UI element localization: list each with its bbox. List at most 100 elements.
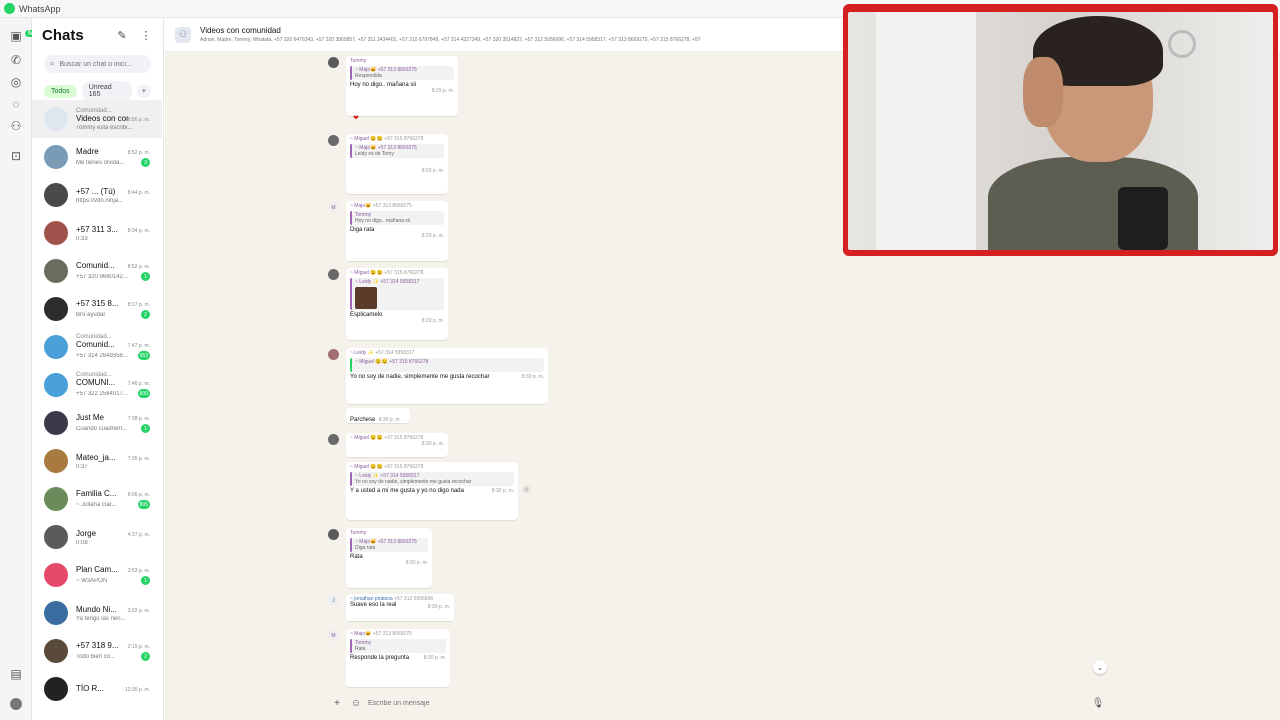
message-bubble[interactable]: Parchese 8:30 p. m. xyxy=(346,408,410,423)
message-time: 8:30 p. m. xyxy=(405,560,428,566)
message-bubble[interactable]: ~ Majo😺 +57 313 8669275 Tommy Hoy no dig… xyxy=(346,201,448,261)
quoted-message[interactable]: Tommy Rata xyxy=(350,639,446,653)
chat-preview: Bro ayudar xyxy=(76,311,106,318)
heart-reaction[interactable]: ❤ xyxy=(353,114,359,122)
quoted-text xyxy=(355,365,541,371)
menu-icon[interactable]: ⋮ xyxy=(139,28,153,42)
sender-avatar[interactable] xyxy=(328,529,339,540)
quoted-text: Yo no soy de nadie, simplemente me gusta… xyxy=(355,479,472,485)
status-icon[interactable]: ◎ xyxy=(8,74,24,90)
calls-icon[interactable]: ✆ xyxy=(8,52,24,68)
chat-time: 7:35 p. m. xyxy=(127,455,150,462)
chat-list-item[interactable]: Mateo_ja... 7:35 p. m. 0:37 xyxy=(32,442,162,480)
conversation-header[interactable]: ⚇ Videos con comunidad Adrian, Madre, To… xyxy=(165,18,845,52)
unread-badge: 1 xyxy=(141,424,150,433)
message-sender: ~ Miguel 😉😉 xyxy=(350,270,383,276)
filter-unread[interactable]: Unread 165 xyxy=(81,81,132,101)
channels-icon[interactable]: ◌ xyxy=(8,96,24,112)
chat-avatar xyxy=(44,411,68,435)
sender-avatar[interactable]: M xyxy=(328,202,339,213)
archive-icon[interactable]: ⊡ xyxy=(8,148,24,164)
quoted-message[interactable]: ~ Majo😺 +57 313 8669275 Respondida xyxy=(350,66,454,80)
react-emoji-icon[interactable]: ☺ xyxy=(522,485,531,494)
chat-name: +57 311 3... xyxy=(76,224,118,234)
quoted-message[interactable]: ~ Majo😺 +57 313 8669275 Leidy es de Tomy xyxy=(350,144,444,158)
message-bubble[interactable]: ~ Majo😺 +57 313 8669275 Tommy Rata Respo… xyxy=(346,629,450,687)
background-lamp xyxy=(1168,30,1196,58)
conversation-title: Videos con comunidad xyxy=(200,26,281,35)
chat-list-item[interactable]: Comunid... 8:52 p. m. +57 320 9680142... 1 xyxy=(32,252,162,290)
unread-badge: 3 xyxy=(141,158,150,167)
chat-time: 3:53 p. m. xyxy=(127,568,150,574)
chat-name: Plan Cam... xyxy=(76,565,118,574)
message-text: Parchese xyxy=(350,417,376,423)
sender-avatar[interactable] xyxy=(328,349,339,360)
chat-avatar xyxy=(44,107,68,131)
message-bubble[interactable]: ~ jonathan pirateca +57 312 5056996 Suav… xyxy=(346,594,454,621)
chats-icon[interactable]: ▣Más xyxy=(8,28,45,44)
chat-list-item[interactable]: +57 311 3... 8:34 p. m. 0:33 xyxy=(32,214,162,252)
attach-icon[interactable]: + xyxy=(331,697,343,709)
sender-avatar[interactable] xyxy=(328,135,339,146)
new-chat-icon[interactable]: ✎ xyxy=(115,28,129,42)
profile-avatar[interactable] xyxy=(8,696,24,712)
scroll-down-button[interactable]: ⌄ xyxy=(1093,660,1107,674)
media-icon[interactable]: ▤ xyxy=(8,666,24,682)
emoji-icon[interactable]: ☺ xyxy=(350,697,362,709)
message-bubble[interactable]: ~ Miguel 😉😉 +57 315 8766278 ~ Leidy ✨ +5… xyxy=(346,268,448,340)
search-input[interactable] xyxy=(59,60,150,68)
message-bubble[interactable]: Tommy ~ Majo😺 +57 313 8669275 Diga rata … xyxy=(346,528,432,588)
quoted-text: Respondida xyxy=(355,73,382,79)
sender-avatar[interactable]: M xyxy=(328,630,339,641)
unread-badge: 600 xyxy=(137,389,150,398)
message-bubble[interactable]: ~ Leidy ✨ +57 314 5958317 ~ Miguel 😉😉 +5… xyxy=(346,348,548,404)
sender-phone: +57 315 8766278 xyxy=(384,136,424,142)
quoted-message[interactable]: ~ Majo😺 +57 313 8669275 Diga rata xyxy=(350,538,428,552)
chat-preview: +57 322 2584017... xyxy=(76,390,128,397)
chat-name: Videos con comu... xyxy=(76,113,128,123)
chat-name: Comunid... xyxy=(76,340,115,349)
quoted-text: Diga rata xyxy=(355,545,376,551)
message-bubble[interactable]: Tommy ~ Majo😺 +57 313 8669275 Respondida… xyxy=(346,56,458,116)
quoted-message[interactable]: ~ Leidy ✨ +57 314 5958317 xyxy=(350,278,444,310)
sender-avatar[interactable] xyxy=(328,434,339,445)
quoted-sender: ~ Miguel 😉😉 xyxy=(355,359,388,365)
message-bubble[interactable]: ~ Miguel 😉😉 +57 315 8766278 ~ Leidy ✨ +5… xyxy=(346,462,518,520)
sender-avatar[interactable] xyxy=(328,57,339,68)
chat-list-item[interactable]: +57 315 8... 8:17 p. m. Bro ayudar 2 xyxy=(32,290,162,328)
chat-list-item[interactable]: Comunidad... COMUNI... 7:46 p. m. +57 322 2… xyxy=(32,366,162,404)
message-bubble[interactable]: ~ Miguel 😉😉 +57 315 8766278 8:30 p. m. xyxy=(346,433,448,457)
chat-list-item[interactable]: Comunidad...Videos con comu...8:56 p. m.… xyxy=(32,100,162,138)
sender-avatar[interactable]: J xyxy=(328,595,339,606)
chat-avatar xyxy=(44,335,68,359)
chat-list-item[interactable]: Familia C... 6:06 p. m. ~ Juliana Gar... 80… xyxy=(32,480,162,518)
conversation-members: Adrian, Madre, Tommy, Whatafa, +57 320 6… xyxy=(200,37,701,43)
chat-list-item[interactable]: +57 318 9... 2:15 p. m. Todo bien co... 2 xyxy=(32,632,162,670)
chat-list-item[interactable]: Mundo Ni... 3:02 p. m. Ya tengo las nen... xyxy=(32,594,162,632)
chat-avatar xyxy=(44,183,68,207)
quoted-message[interactable]: ~ Leidy ✨ +57 314 5958317 Yo no soy de n… xyxy=(350,472,514,486)
chat-list-item[interactable]: Madre 8:52 p. m. Me tienes olvida... 3 xyxy=(32,138,162,176)
quoted-message[interactable]: ~ Miguel 😉😉 +57 315 8766278 xyxy=(350,358,544,372)
communities-icon[interactable]: ⚇ xyxy=(8,118,24,134)
filter-all[interactable]: Todos xyxy=(44,84,77,98)
message-text xyxy=(350,160,444,168)
message-time: 8:29 p. m. xyxy=(421,318,444,324)
chat-name: +57 315 8... xyxy=(76,299,119,308)
chat-list-item[interactable]: Comunidad... Comunid... 7:47 p. m. +57 314 … xyxy=(32,328,162,366)
chat-time: 8:52 p. m. xyxy=(127,150,150,156)
chat-list-item[interactable]: Jorge 4:37 p. m. 0:08 xyxy=(32,518,162,556)
sender-avatar[interactable] xyxy=(328,269,339,280)
chat-list-item[interactable]: Plan Cam... 3:53 p. m. ~ W3APON 1 xyxy=(32,556,162,594)
quoted-message[interactable]: Tommy Hoy no digo.. mañana sii xyxy=(350,211,444,225)
microphone-icon[interactable]: 🎙 xyxy=(1092,697,1105,709)
chat-list-item[interactable]: TÍO R... 12:35 p. m. xyxy=(32,670,162,708)
message-bubble[interactable]: ~ Miguel 😉😉 +57 315 8766278 ~ Majo😺 +57 … xyxy=(346,134,448,194)
search-icon: ⌕ xyxy=(50,59,55,68)
chat-list-item[interactable]: +57 ... (Tú) 8:44 p. m. https://vdo.ninja.… xyxy=(32,176,162,214)
search-box[interactable]: ⌕ xyxy=(44,55,151,73)
message-input[interactable] xyxy=(368,696,1088,710)
chat-list-item[interactable]: Just Me 7:38 p. m. Cuando cuadrem... 1 xyxy=(32,404,162,442)
filter-add[interactable]: + xyxy=(136,84,151,98)
chat-time: 7:46 p. m. xyxy=(127,381,150,387)
